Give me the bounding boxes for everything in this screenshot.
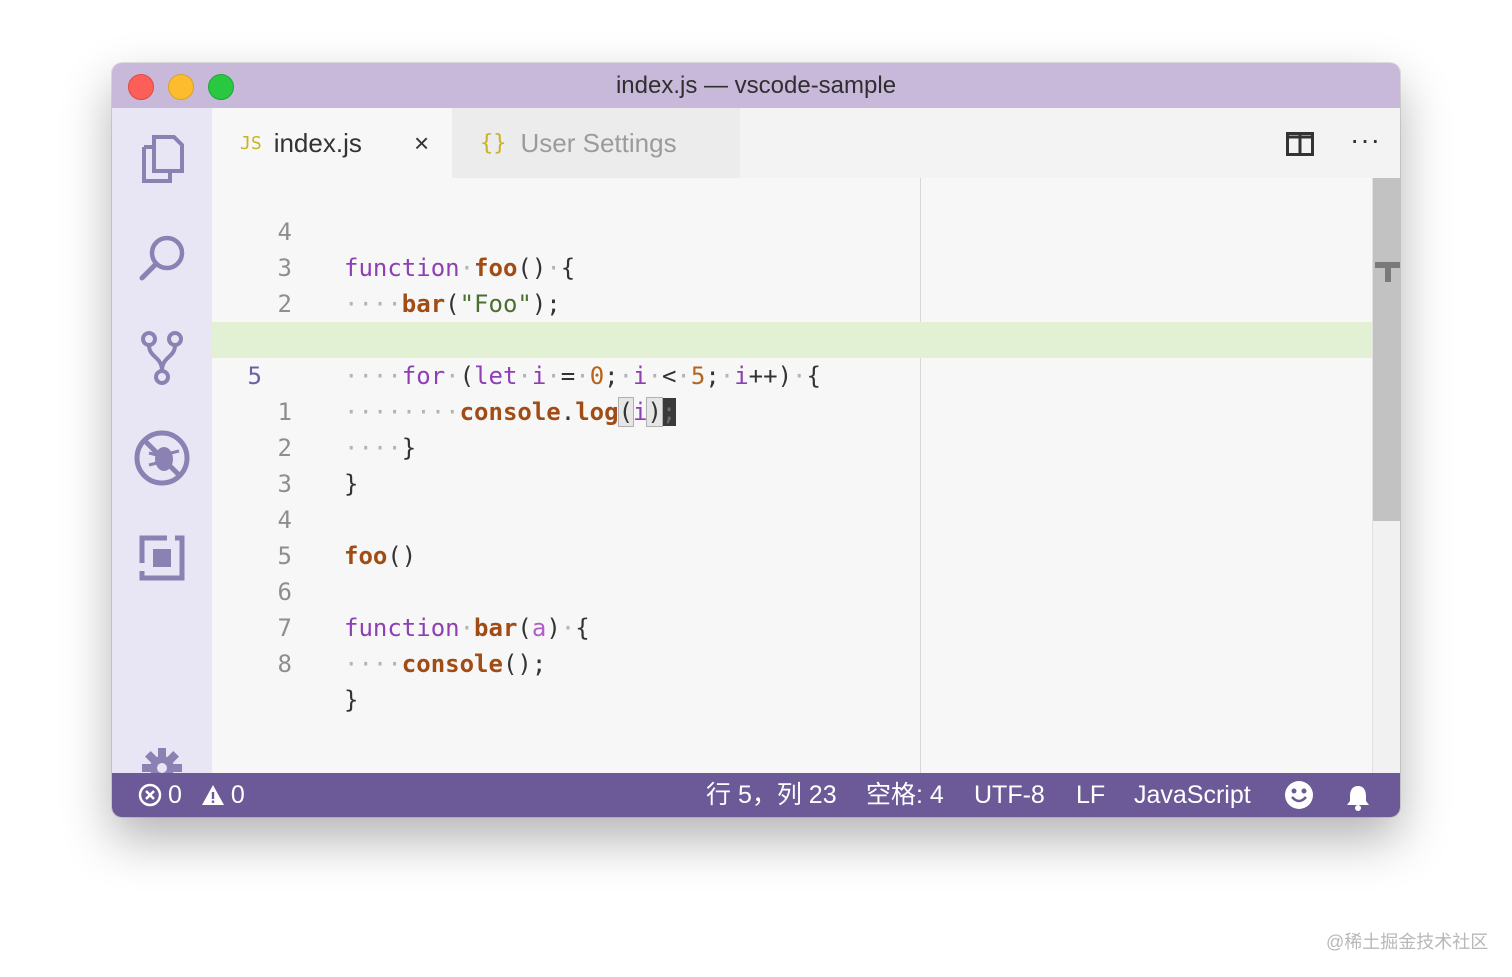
- feedback-smiley-icon[interactable]: [1284, 780, 1314, 817]
- watermark: @稀土掘金技术社区: [1326, 932, 1489, 952]
- code-line: 8 }: [212, 610, 1372, 714]
- error-count: 0: [168, 781, 182, 809]
- notifications-bell-icon[interactable]: [1344, 781, 1372, 817]
- status-bar: 0 0 行 5，列 23 空格: 4 UTF-8 LF JavaScript: [112, 773, 1400, 817]
- encoding[interactable]: UTF-8: [974, 773, 1045, 817]
- close-window-button[interactable]: [128, 74, 154, 100]
- scrollbar-thumb[interactable]: [1373, 178, 1400, 521]
- code-line: 4 foo(): [212, 466, 1372, 570]
- tab-index-js[interactable]: JS index.js ×: [212, 108, 452, 178]
- more-actions-icon[interactable]: ···: [1350, 126, 1381, 154]
- activity-bar: [112, 108, 212, 788]
- error-icon: [138, 777, 162, 817]
- source-control-icon[interactable]: [132, 328, 192, 388]
- indentation[interactable]: 空格: 4: [866, 773, 944, 817]
- code-line: 3 ····bar("Foo");: [212, 214, 1372, 318]
- line-number: 8: [277, 650, 292, 678]
- extensions-icon[interactable]: [132, 528, 192, 588]
- code-line: 7 ····console();: [212, 574, 1372, 678]
- title-bar: index.js — vscode-sample: [112, 63, 1400, 108]
- vscode-window: index.js — vscode-sample JS index.js × {…: [112, 63, 1400, 817]
- language-mode[interactable]: JavaScript: [1134, 773, 1251, 817]
- debug-icon[interactable]: [132, 428, 192, 488]
- cursor-position[interactable]: 行 5，列 23: [706, 773, 837, 817]
- code-line: 1 ····}: [212, 358, 1372, 462]
- tab-label: User Settings: [520, 127, 677, 158]
- code-editor[interactable]: 4 function·foo()·{ 3 ····bar("Foo"); 2 1…: [212, 178, 1400, 773]
- code-line: 2 }: [212, 394, 1372, 498]
- zoom-window-button[interactable]: [208, 74, 234, 100]
- explorer-icon[interactable]: [132, 128, 192, 188]
- vertical-scrollbar[interactable]: [1372, 178, 1400, 773]
- search-icon[interactable]: [132, 228, 192, 288]
- json-file-icon: {}: [480, 130, 507, 156]
- current-code-line: 5 ········console.log(i);: [212, 322, 1372, 427]
- code-line: 5: [212, 502, 1372, 570]
- code-line: 4 function·foo()·{: [212, 178, 1372, 282]
- window-title: index.js — vscode-sample: [615, 72, 897, 99]
- code-line: 2: [212, 250, 1372, 318]
- cursor-position-marker-stem: [1385, 262, 1391, 282]
- end-of-line[interactable]: LF: [1076, 773, 1105, 817]
- split-editor-icon[interactable]: [1286, 132, 1314, 161]
- code-line: 3: [212, 430, 1372, 498]
- tabs-bar: JS index.js × {} User Settings ···: [212, 108, 1400, 178]
- minimize-window-button[interactable]: [168, 74, 194, 100]
- js-file-icon: JS: [240, 132, 262, 154]
- tab-label: index.js: [273, 127, 362, 158]
- warning-count: 0: [230, 781, 245, 809]
- close-tab-icon[interactable]: ×: [414, 128, 429, 158]
- problems-indicator[interactable]: 0 0: [138, 773, 245, 817]
- warning-icon: [201, 777, 225, 817]
- code-line: 6 function·bar(a)·{: [212, 538, 1372, 642]
- code-line: 1 ····for·(let·i·=·0;·i·<·5;·i++)·{: [212, 286, 1372, 390]
- tab-user-settings[interactable]: {} User Settings: [452, 108, 740, 178]
